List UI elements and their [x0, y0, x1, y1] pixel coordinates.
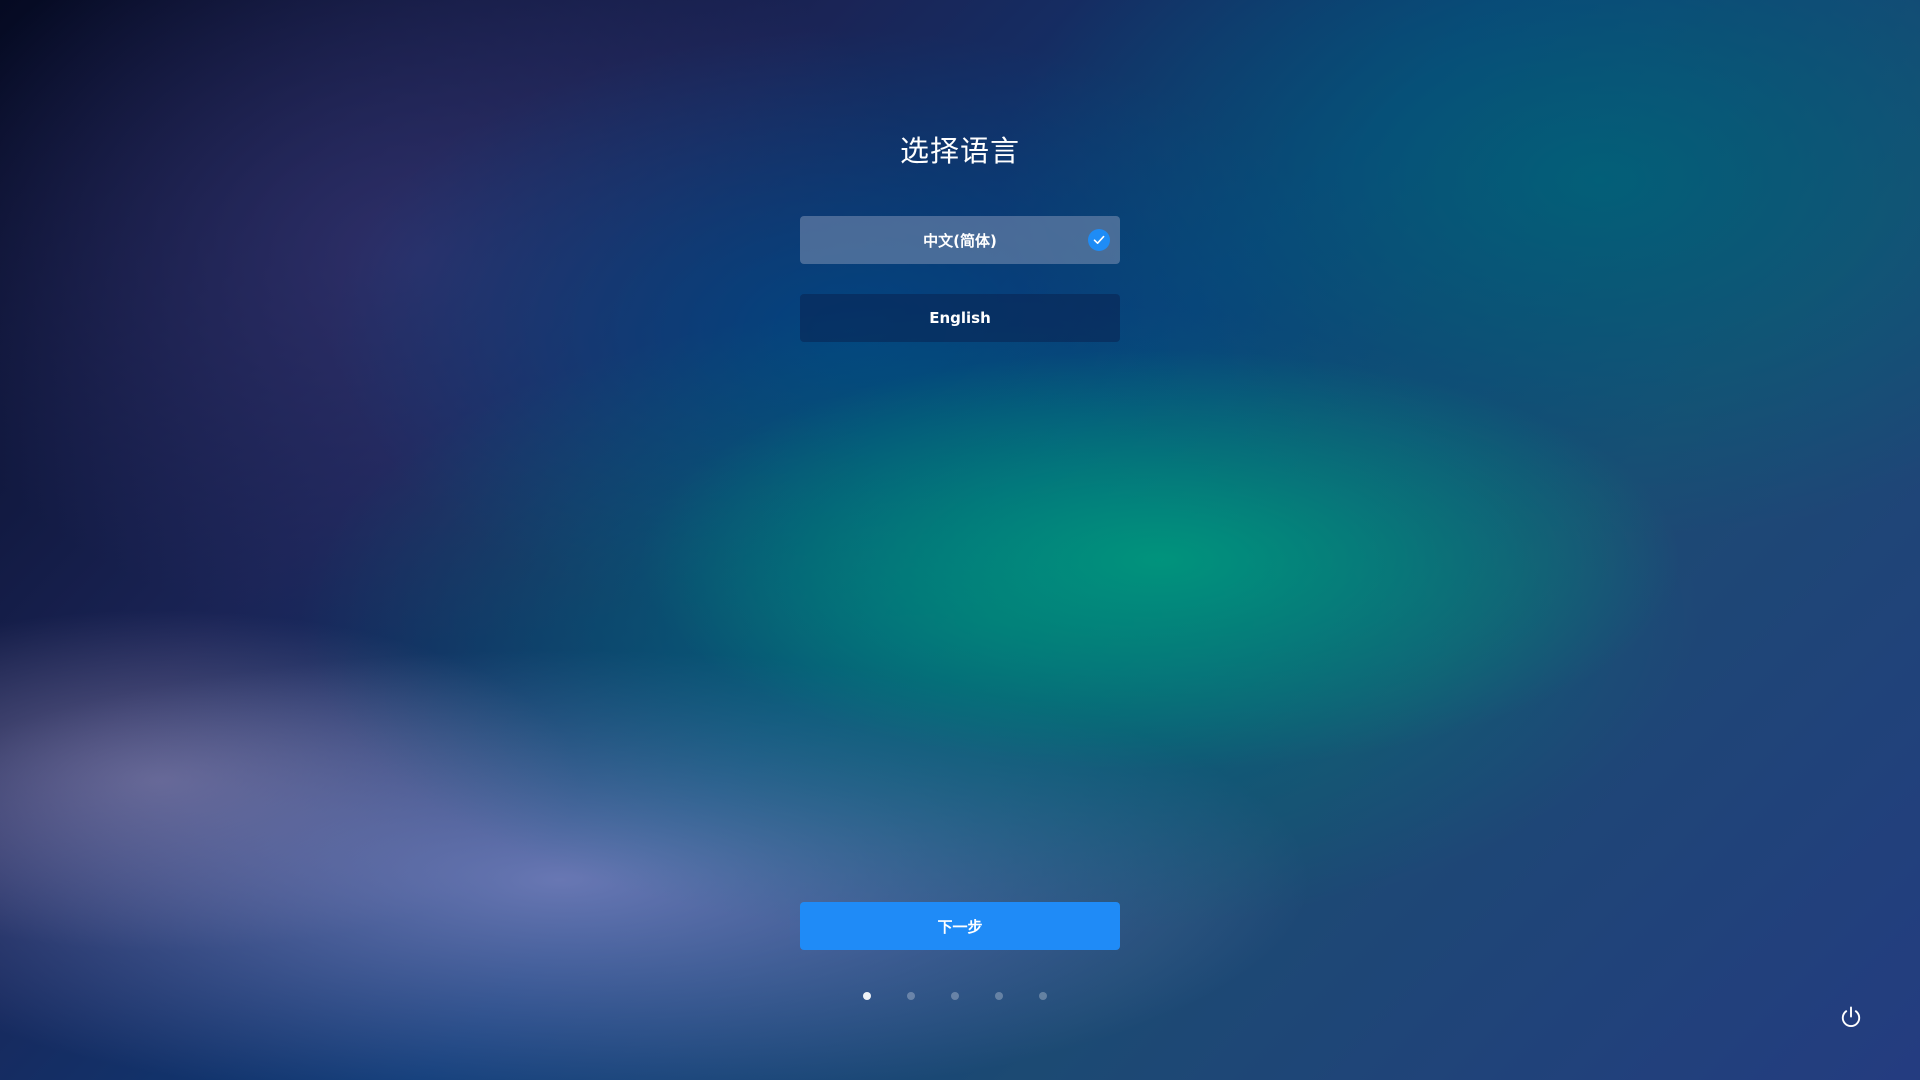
- step-dot-5: [1039, 992, 1047, 1000]
- power-icon[interactable]: [1838, 1004, 1864, 1030]
- step-dot-4: [995, 992, 1003, 1000]
- next-button[interactable]: 下一步: [800, 902, 1120, 950]
- language-label-english: English: [929, 309, 991, 327]
- step-dot-3: [951, 992, 959, 1000]
- language-option-english[interactable]: English: [800, 294, 1120, 342]
- language-option-chinese-simplified[interactable]: 中文(简体): [800, 216, 1120, 264]
- next-button-label: 下一步: [937, 917, 983, 936]
- step-indicator: [863, 992, 1057, 1000]
- step-dot-1: [863, 992, 871, 1000]
- step-dot-2: [907, 992, 915, 1000]
- language-label-chinese: 中文(简体): [923, 231, 997, 250]
- page-title: 选择语言: [899, 134, 1020, 168]
- check-icon: [1088, 229, 1110, 251]
